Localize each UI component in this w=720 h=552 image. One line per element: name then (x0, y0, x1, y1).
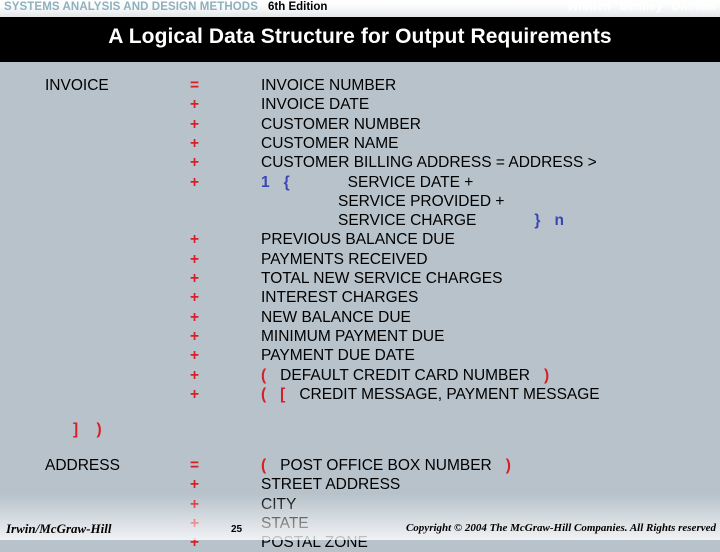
lds-attribute: ( POST OFFICE BOX NUMBER) (261, 456, 511, 475)
lds-operator: = (190, 77, 200, 94)
lds-operator: + (190, 115, 200, 133)
lds-attribute: NEW BALANCE DUE (261, 308, 411, 326)
lds-attribute: TOTAL NEW SERVICE CHARGES (261, 270, 503, 287)
top-banner: SYSTEMS ANALYSIS AND DESIGN METHODS 6th … (0, 0, 720, 17)
lds-row: + CUSTOMER NUMBER (0, 115, 720, 134)
lds-attribute: SERVICE PROVIDED + (338, 192, 505, 210)
lds-attribute: PREVIOUS BALANCE DUE (261, 231, 455, 249)
lds-attribute: INVOICE NUMBER (261, 77, 397, 94)
lds-attribute: STATE (261, 515, 309, 532)
lds-row: + PAYMENT DUE DATE (0, 346, 720, 365)
lds-row: + CUSTOMER BILLING ADDRESS = ADDRESS > (0, 153, 720, 172)
lds-row: + ( DEFAULT CREDIT CARD NUMBER) (0, 366, 720, 385)
option-symbol: ) (505, 457, 511, 475)
publisher-label: Irwin/McGraw-Hill (6, 521, 112, 536)
lds-operator: + (190, 289, 200, 307)
lds-row: + INTEREST CHARGES (0, 288, 720, 307)
repetition-symbol: { (283, 173, 290, 191)
author-list: Whitten Bentley Dittman (558, 1, 716, 13)
lds-operator: + (190, 515, 200, 532)
lds-operator: + (190, 495, 200, 513)
lds-row: + PAYMENTS RECEIVED (0, 250, 720, 269)
lds-row: + NEW BALANCE DUE (0, 308, 720, 327)
lds-operator: + (190, 366, 200, 384)
slide-body: INVOICE = INVOICE NUMBER + INVOICE DATE + CUST… (0, 62, 720, 551)
lds-operator: + (190, 154, 200, 172)
lds-attribute: INVOICE DATE (261, 96, 370, 114)
option-symbol: ) (543, 366, 550, 384)
lds-attribute: STREET ADDRESS (261, 476, 401, 494)
lds-operator: + (190, 385, 200, 403)
lds-row: + INVOICE DATE (0, 95, 720, 114)
lds-attribute-text: SERVICE CHARGE (338, 212, 477, 230)
page-title: A Logical Data Structure for Output Requ… (108, 25, 612, 48)
lds-row: +1 { SERVICE DATE + (0, 173, 720, 192)
repetition-symbol: n (554, 212, 564, 230)
lds-attribute: CITY (261, 495, 297, 513)
lds-attribute: MINIMUM PAYMENT DUE (261, 327, 445, 345)
option-symbol: ( (261, 457, 267, 475)
lds-attribute: CUSTOMER NAME (261, 134, 399, 152)
lds-entity-name: ADDRESS (45, 457, 120, 475)
lds-operator: + (190, 534, 200, 552)
lds-row: + CITY (0, 495, 720, 514)
lds-operator: = (190, 457, 200, 475)
lds-operator: + (190, 308, 200, 326)
lds-row: + ( [ CREDIT MESSAGE, PAYMENT MESSAGE (0, 385, 720, 404)
lds-attribute: POSTAL ZONE (261, 534, 368, 552)
author-name: Dittman (671, 1, 716, 13)
lds-operator: + (190, 476, 200, 494)
lds-row: + TOTAL NEW SERVICE CHARGES (0, 269, 720, 288)
lds-attribute-text: DEFAULT CREDIT CARD NUMBER (280, 366, 530, 384)
lds-operator: + (190, 347, 200, 365)
lds-attribute: 1 { SERVICE DATE + (261, 173, 473, 192)
author-name: Whitten (567, 1, 611, 13)
lds-operator: + (190, 270, 200, 287)
lds-operator: + (190, 231, 200, 249)
lds-attribute: CUSTOMER NUMBER (261, 115, 421, 133)
lds-operator: + (190, 96, 200, 114)
lds-row: ADDRESS = ( POST OFFICE BOX NUMBER) (0, 456, 720, 475)
repetition-symbol: } (534, 212, 541, 230)
book-title: SYSTEMS ANALYSIS AND DESIGN METHODS (4, 1, 258, 13)
lds-attribute: PAYMENTS RECEIVED (261, 250, 428, 268)
lds-attribute-text: POST OFFICE BOX NUMBER (280, 457, 492, 475)
option-symbol: ( (261, 385, 267, 403)
copyright-notice: Copyright © 2004 The McGraw-Hill Compani… (405, 522, 716, 534)
lds-operator: + (190, 134, 200, 152)
lds-attribute: SERVICE CHARGE} n (338, 211, 564, 230)
lds-row: SERVICE PROVIDED + (0, 192, 720, 211)
lds-operator: + (190, 250, 200, 268)
lds-operator: + (190, 173, 200, 191)
lds-attribute: INTEREST CHARGES (261, 289, 419, 307)
close-bracket-group: ] ) (73, 421, 109, 439)
lds-row: + MINIMUM PAYMENT DUE (0, 327, 720, 346)
lds-attribute-text: CREDIT MESSAGE, PAYMENT MESSAGE (299, 385, 600, 403)
lds-attribute: ( DEFAULT CREDIT CARD NUMBER) (261, 366, 549, 385)
option-symbol: ( (261, 366, 267, 384)
lds-row: + CUSTOMER NAME (0, 134, 720, 153)
lds-operator: + (190, 327, 200, 345)
option-symbol: [ (280, 385, 286, 403)
lds-entity-name: INVOICE (45, 77, 109, 94)
lds-attribute-text: SERVICE DATE + (347, 173, 474, 191)
lds-row: + PREVIOUS BALANCE DUE (0, 230, 720, 249)
lds-attribute: CUSTOMER BILLING ADDRESS = ADDRESS > (261, 154, 597, 172)
repetition-symbol: 1 (261, 173, 270, 191)
edition-label: 6th Edition (268, 1, 328, 13)
lds-row: SERVICE CHARGE} n (0, 211, 720, 230)
lds-row: INVOICE = INVOICE NUMBER (0, 76, 720, 95)
lds-row: + STREET ADDRESS (0, 475, 720, 494)
lds-attribute: PAYMENT DUE DATE (261, 347, 415, 365)
page-number: 25 (231, 524, 243, 535)
lds-attribute: ( [ CREDIT MESSAGE, PAYMENT MESSAGE (261, 385, 600, 404)
author-name: Bentley (619, 1, 663, 13)
